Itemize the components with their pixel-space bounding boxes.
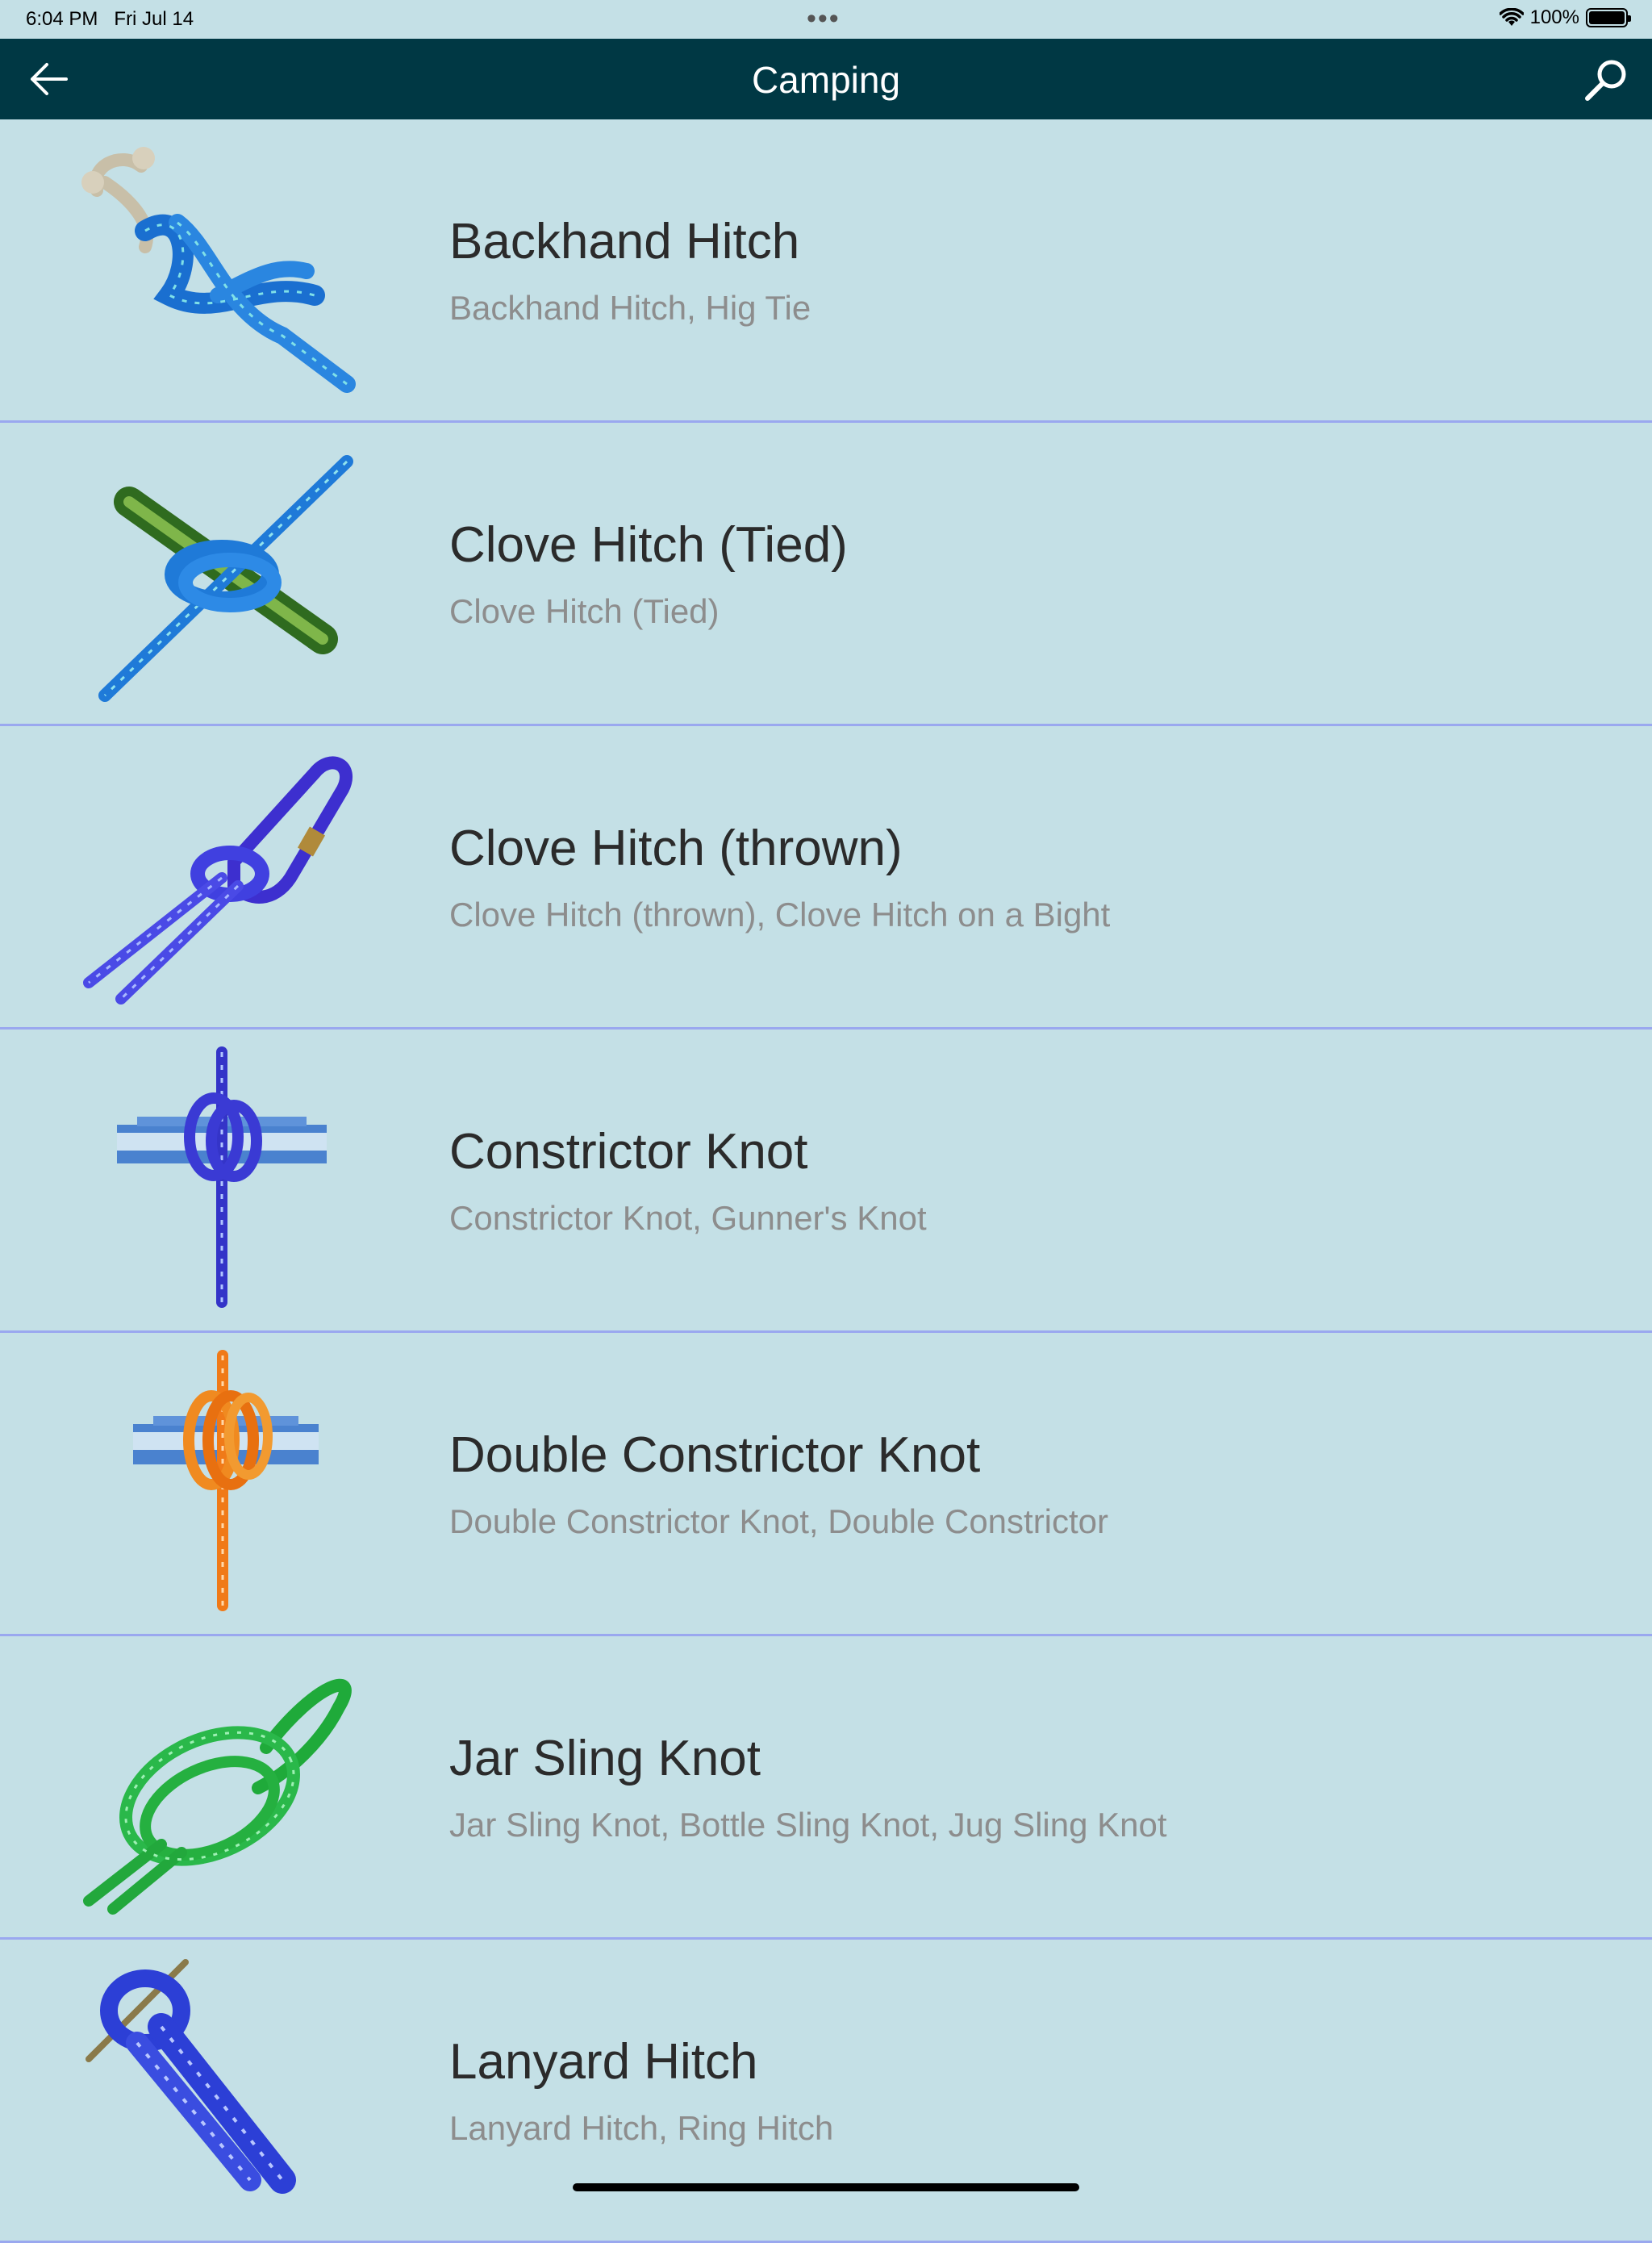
knot-title: Lanyard Hitch xyxy=(449,2034,758,2090)
status-date-text: Fri Jul 14 xyxy=(114,8,194,30)
status-right: 100% xyxy=(1499,6,1631,29)
knot-list: Backhand Hitch Backhand Hitch, Hig Tie C… xyxy=(0,119,1652,2243)
home-indicator[interactable] xyxy=(573,2183,1079,2191)
status-time: 6:04 PM Fri Jul 14 xyxy=(26,8,194,31)
knot-subtitle: Lanyard Hitch, Ring Hitch xyxy=(449,2109,834,2147)
list-item[interactable]: Lanyard Hitch Lanyard Hitch, Ring Hitch xyxy=(0,1940,1652,2243)
knot-title: Constrictor Knot xyxy=(449,1124,808,1180)
list-item[interactable]: Clove Hitch (Tied) Clove Hitch (Tied) xyxy=(0,423,1652,726)
knot-subtitle: Clove Hitch (thrown), Clove Hitch on a B… xyxy=(449,896,1111,934)
list-item[interactable]: Double Constrictor Knot Double Constrict… xyxy=(0,1333,1652,1636)
battery-icon xyxy=(1586,8,1631,27)
knot-title: Backhand Hitch xyxy=(449,214,800,269)
page-title: Camping xyxy=(751,59,901,101)
status-time-text: 6:04 PM xyxy=(26,8,98,30)
double-constrictor-knot-image xyxy=(133,1350,319,1611)
search-icon[interactable] xyxy=(1583,56,1629,103)
knot-subtitle: Double Constrictor Knot, Double Constric… xyxy=(449,1502,1109,1540)
jar-sling-knot-image xyxy=(83,1678,352,1915)
nav-bar: Camping xyxy=(0,39,1652,119)
knot-subtitle: Clove Hitch (Tied) xyxy=(449,592,720,630)
battery-percent: 100% xyxy=(1529,6,1579,28)
multitasking-dots[interactable]: ••• xyxy=(807,3,841,35)
clove-hitch-thrown-image xyxy=(83,756,353,1005)
knot-title: Clove Hitch (thrown) xyxy=(449,821,903,876)
constrictor-knot-image xyxy=(117,1046,327,1308)
status-bar: 6:04 PM Fri Jul 14 ••• 100% xyxy=(0,0,1652,39)
list-item[interactable]: Clove Hitch (thrown) Clove Hitch (thrown… xyxy=(0,726,1652,1030)
knot-title: Clove Hitch (Tied) xyxy=(449,517,848,573)
wifi-icon xyxy=(1499,8,1524,26)
knot-title: Double Constrictor Knot xyxy=(449,1427,981,1483)
clove-hitch-tied-image xyxy=(98,455,353,702)
knot-title: Jar Sling Knot xyxy=(449,1731,761,1786)
knot-subtitle: Constrictor Knot, Gunner's Knot xyxy=(449,1199,927,1237)
backhand-hitch-image xyxy=(81,147,356,393)
knot-subtitle: Backhand Hitch, Hig Tie xyxy=(449,289,811,327)
lanyard-hitch-image xyxy=(86,1959,296,2194)
list-item[interactable]: Jar Sling Knot Jar Sling Knot, Bottle Sl… xyxy=(0,1636,1652,1940)
knot-subtitle: Jar Sling Knot, Bottle Sling Knot, Jug S… xyxy=(449,1806,1167,1844)
list-item[interactable]: Backhand Hitch Backhand Hitch, Hig Tie xyxy=(0,119,1652,423)
list-item[interactable]: Constrictor Knot Constrictor Knot, Gunne… xyxy=(0,1030,1652,1333)
